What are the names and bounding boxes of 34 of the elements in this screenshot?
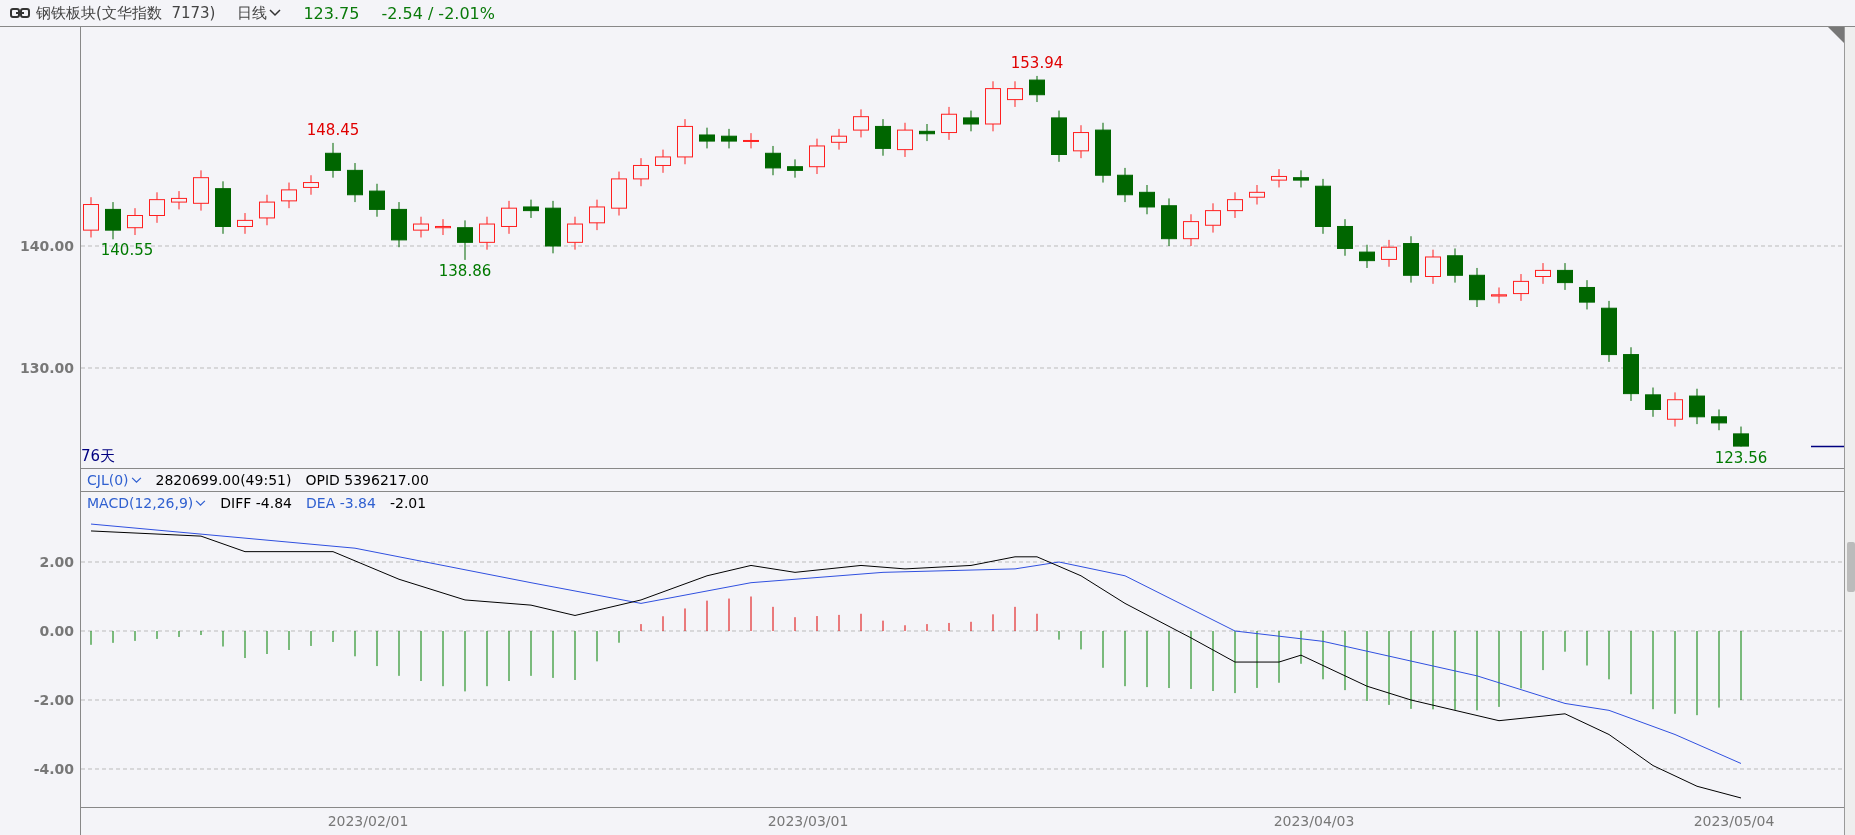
macd-axis-label: 0.00 [39,623,74,639]
opid-value: OPID 5396217.00 [305,472,429,488]
indicator-selector[interactable]: MACD(12,26,9) [87,495,207,511]
macd-axis-label: 2.00 [39,554,74,570]
index-name: 钢铁板块(文华指数 7173) [36,3,216,23]
macd-axis-label: -2.00 [33,692,74,708]
scrollbar-thumb[interactable] [1847,542,1855,592]
caret-icon [269,9,282,17]
day-count: 76天 [81,447,116,466]
date-axis-label: 2023/02/01 [327,813,409,829]
price-axis-label: 140.00 [19,238,74,254]
caret-icon [130,476,142,484]
price-marker-label: 123.56 [1714,448,1768,467]
price-marker-label: 138.86 [438,261,492,280]
price-axis-label: 130.00 [19,360,74,376]
date-axis-label: 2023/05/04 [1693,813,1775,829]
dea-value: DEA -3.84 [306,495,376,511]
last-price: 123.75 [303,3,360,23]
price-change: -2.54 / -2.01% [381,3,495,23]
link-icon [10,8,30,18]
corner-triangle-icon [1828,27,1844,43]
price-marker-label: 140.55 [100,241,154,260]
price-line [1810,445,1844,448]
volume-value: 2820699.00(49:51) [155,472,292,488]
macd-axis-label: -4.00 [33,761,74,777]
price-marker-label: 148.45 [306,120,360,139]
period-dropdown[interactable]: 日线 [237,3,282,23]
macd-value: -2.01 [389,495,427,511]
date-axis-label: 2023/03/01 [767,813,849,829]
caret-icon [195,499,207,507]
date-axis-label: 2023/04/03 [1273,813,1355,829]
diff-value: DIFF -4.84 [220,495,293,511]
indicator-selector[interactable]: CJL(0) [87,472,142,488]
price-marker-label: 153.94 [1010,53,1064,72]
